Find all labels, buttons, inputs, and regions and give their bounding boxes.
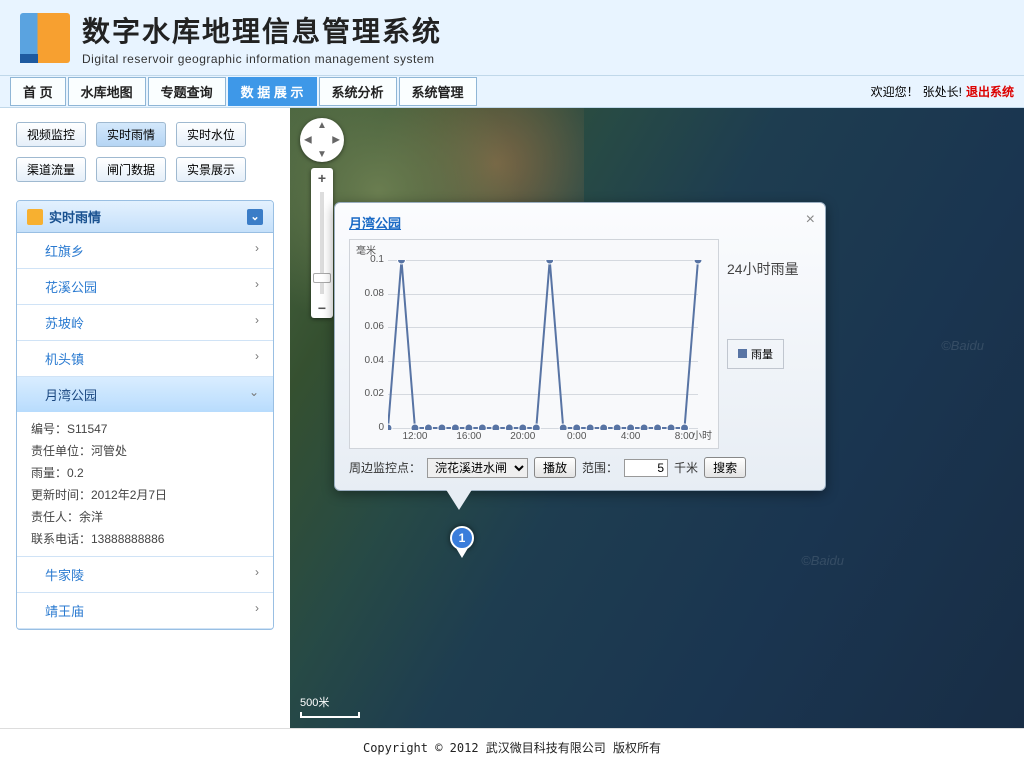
accordion-item-1[interactable]: 花溪公园›	[17, 269, 273, 304]
rain-chart: 毫米 00.020.040.060.080.1 12:0016:0020:000…	[349, 239, 719, 449]
footer-copyright: Copyright © 2012 武汉微目科技有限公司 版权所有	[0, 728, 1024, 766]
chart-ytick: 0.02	[358, 388, 384, 399]
chart-ytick: 0.06	[358, 321, 384, 332]
nav-tab-3[interactable]: 数 据 展 示	[228, 77, 317, 106]
logout-link[interactable]: 退出系统	[966, 83, 1014, 100]
chevron-right-icon: ›	[255, 277, 259, 291]
nav-tab-4[interactable]: 系统分析	[319, 77, 397, 106]
play-button[interactable]: 播放	[534, 457, 576, 478]
pan-control[interactable]: ▲ ▼ ▶ ◀	[300, 118, 344, 162]
pan-east-icon[interactable]: ▶	[332, 135, 340, 146]
nav-tab-0[interactable]: 首 页	[10, 77, 66, 106]
nav-tab-5[interactable]: 系统管理	[399, 77, 477, 106]
panel-title: 实时雨情	[49, 207, 101, 226]
chevron-right-icon: ›	[255, 565, 259, 579]
info-popup: 月湾公园 × 毫米 00.020.040.060.080.1 12:0016:0…	[334, 202, 826, 491]
nav-tab-1[interactable]: 水库地图	[68, 77, 146, 106]
map-watermark: ©Baidu	[941, 338, 984, 353]
chart-ytick: 0.08	[358, 288, 384, 299]
zoom-out-button[interactable]: −	[311, 298, 333, 318]
accordion-item-4[interactable]: 月湾公园⌄	[17, 377, 273, 412]
accordion-item-6[interactable]: 靖王庙›	[17, 593, 273, 628]
range-unit: 千米	[674, 459, 698, 476]
sidebar: 视频监控实时雨情实时水位渠道流量闸门数据实景展示 实时雨情 ⌄ 红旗乡›花溪公园…	[0, 108, 290, 728]
pan-north-icon[interactable]: ▲	[317, 120, 327, 131]
sub-tab-0[interactable]: 视频监控	[16, 122, 86, 147]
app-header: 数字水库地理信息管理系统 Digital reservoir geographi…	[0, 0, 1024, 76]
sub-tab-1[interactable]: 实时雨情	[96, 122, 166, 147]
chart-xlabel: 小时	[692, 427, 712, 442]
chart-ytick: 0.1	[358, 254, 384, 265]
pan-west-icon[interactable]: ◀	[304, 135, 312, 146]
map-canvas[interactable]: ©Baidu ©Baidu ▲ ▼ ▶ ◀ + − 1 月湾公园 ×	[290, 108, 1024, 728]
chevron-right-icon: ›	[255, 313, 259, 327]
accordion-item-3[interactable]: 机头镇›	[17, 341, 273, 376]
welcome-text: 欢迎您！	[871, 83, 919, 100]
chart-xtick: 4:00	[621, 431, 640, 442]
sub-tab-2[interactable]: 实时水位	[176, 122, 246, 147]
panel-collapse-icon[interactable]: ⌄	[247, 209, 263, 225]
app-title-en: Digital reservoir geographic information…	[82, 52, 442, 66]
accordion-item-2[interactable]: 苏坡岭›	[17, 305, 273, 340]
app-logo	[20, 13, 70, 63]
rain-panel: 实时雨情 ⌄ 红旗乡›花溪公园›苏坡岭›机头镇›月湾公园⌄编号：S11547责任…	[16, 200, 274, 630]
chart-ytick: 0	[358, 422, 384, 433]
range-input[interactable]	[624, 459, 668, 477]
accordion-item-5[interactable]: 牛家陵›	[17, 557, 273, 592]
chevron-down-icon: ⌄	[249, 385, 259, 399]
map-marker[interactable]: 1	[450, 526, 474, 560]
app-title-cn: 数字水库地理信息管理系统	[82, 10, 442, 50]
search-button[interactable]: 搜索	[704, 457, 746, 478]
accordion-detail: 编号：S11547责任单位：河管处雨量：0.2更新时间：2012年2月7日责任人…	[17, 412, 273, 556]
popup-title[interactable]: 月湾公园	[349, 216, 401, 231]
range-label: 范围：	[582, 459, 618, 476]
chart-legend: 雨量	[727, 339, 784, 369]
chart-xtick: 16:00	[456, 431, 481, 442]
pan-south-icon[interactable]: ▼	[317, 149, 327, 160]
chart-ytick: 0.04	[358, 355, 384, 366]
sub-tab-5[interactable]: 实景展示	[176, 157, 246, 182]
nav-tab-2[interactable]: 专题查询	[148, 77, 226, 106]
zoom-slider[interactable]	[311, 188, 333, 298]
chart-xtick: 12:00	[402, 431, 427, 442]
user-name: 张处长!	[923, 83, 962, 100]
panel-icon	[27, 209, 43, 225]
map-watermark: ©Baidu	[801, 553, 844, 568]
zoom-in-button[interactable]: +	[311, 168, 333, 188]
map-scale: 500米	[300, 694, 360, 718]
chart-side-label: 24小时雨量	[727, 259, 811, 279]
chevron-right-icon: ›	[255, 349, 259, 363]
main-navbar: 首 页水库地图专题查询数 据 展 示系统分析系统管理 欢迎您！ 张处长! 退出系…	[0, 76, 1024, 108]
chevron-right-icon: ›	[255, 241, 259, 255]
chevron-right-icon: ›	[255, 601, 259, 615]
sub-tab-4[interactable]: 闸门数据	[96, 157, 166, 182]
chart-xtick: 0:00	[567, 431, 586, 442]
close-icon[interactable]: ×	[806, 211, 815, 229]
chart-xtick: 20:00	[510, 431, 535, 442]
accordion-item-0[interactable]: 红旗乡›	[17, 233, 273, 268]
monitor-label: 周边监控点：	[349, 459, 421, 476]
sub-tab-3[interactable]: 渠道流量	[16, 157, 86, 182]
monitor-select[interactable]: 浣花溪进水闸	[427, 458, 528, 478]
